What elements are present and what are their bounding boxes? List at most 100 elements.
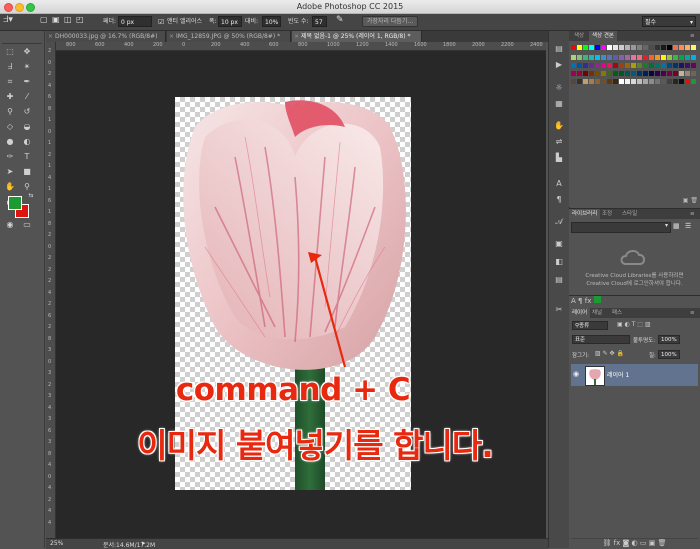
opacity-input[interactable]: 100% bbox=[658, 335, 680, 344]
color-swatch[interactable] bbox=[607, 45, 612, 50]
timeline-panel-icon[interactable]: ◧ bbox=[553, 257, 565, 267]
tab-paths[interactable]: 패스 bbox=[609, 308, 625, 318]
color-swatch[interactable] bbox=[619, 45, 624, 50]
crop-tool-icon[interactable]: ⌗ bbox=[5, 77, 15, 87]
screen-mode-icon[interactable]: ▭ bbox=[22, 220, 32, 230]
clone-stamp-tool-icon[interactable]: ⚲ bbox=[5, 107, 15, 117]
color-swatch[interactable] bbox=[685, 71, 690, 76]
notes-panel-icon[interactable]: ▤ bbox=[553, 275, 565, 285]
grid-view-icon[interactable]: ▦ bbox=[673, 222, 680, 230]
tab-libraries[interactable]: 라이브러리 bbox=[569, 209, 601, 219]
color-swatch[interactable] bbox=[595, 79, 600, 84]
color-swatch[interactable] bbox=[685, 55, 690, 60]
eyedropper-tool-icon[interactable]: ✒ bbox=[22, 77, 32, 87]
color-swatch[interactable] bbox=[589, 45, 594, 50]
quick-mask-icon[interactable]: ◉ bbox=[5, 220, 15, 230]
color-swatch[interactable] bbox=[619, 55, 624, 60]
color-chip[interactable] bbox=[593, 296, 601, 303]
color-swatch[interactable] bbox=[661, 45, 666, 50]
color-swatch[interactable] bbox=[583, 45, 588, 50]
new-layer-icon[interactable]: ▣ bbox=[649, 539, 656, 547]
frequency-input[interactable]: 57 bbox=[312, 16, 327, 27]
color-swatch[interactable] bbox=[625, 71, 630, 76]
color-swatch[interactable] bbox=[601, 79, 606, 84]
brush-panel-icon[interactable]: ⇌ bbox=[553, 137, 565, 147]
tab-color[interactable]: 색상 bbox=[571, 31, 587, 41]
color-swatch[interactable] bbox=[595, 71, 600, 76]
color-swatch[interactable] bbox=[655, 79, 660, 84]
color-swatch[interactable] bbox=[613, 71, 618, 76]
swap-colors-icon[interactable]: ⇆ bbox=[26, 191, 36, 201]
delete-layer-icon[interactable]: 🗑 bbox=[658, 539, 667, 547]
refine-edge-button[interactable]: 가장자리 다듬기... bbox=[362, 16, 418, 27]
color-swatch[interactable] bbox=[661, 55, 666, 60]
layer-row[interactable]: ◉ 레이어 1 bbox=[571, 364, 698, 386]
color-swatch[interactable] bbox=[571, 55, 576, 60]
glyphs-panel-icon[interactable]: 𝒜 bbox=[553, 217, 565, 227]
zoom-level[interactable]: 25% bbox=[50, 540, 63, 547]
color-swatch[interactable] bbox=[637, 55, 642, 60]
color-swatch[interactable] bbox=[685, 45, 690, 50]
color-swatch[interactable] bbox=[667, 45, 672, 50]
color-swatch[interactable] bbox=[673, 55, 678, 60]
adjustment-layer-icon[interactable]: ◐ bbox=[632, 539, 638, 547]
minimize-window-button[interactable] bbox=[15, 3, 24, 12]
tab-untitled-1[interactable]: × 제목 없음-1 @ 25% (레이어 1, RGB/8) * bbox=[292, 31, 422, 42]
intersect-selection-icon[interactable]: ◰ bbox=[76, 15, 84, 25]
color-swatch[interactable] bbox=[667, 71, 672, 76]
panel-menu-icon[interactable]: ≡ bbox=[687, 209, 698, 219]
zoom-window-button[interactable] bbox=[26, 3, 35, 12]
dodge-tool-icon[interactable]: ◐ bbox=[22, 137, 32, 147]
list-view-icon[interactable]: ☰ bbox=[685, 222, 691, 230]
add-mask-icon[interactable]: ◙ bbox=[622, 539, 629, 547]
fx-icon[interactable]: fx bbox=[585, 297, 592, 305]
adjustments-panel-icon[interactable]: ☼ bbox=[553, 83, 565, 93]
brush-tool-icon[interactable]: ⁄ bbox=[22, 92, 32, 102]
color-swatch[interactable] bbox=[607, 79, 612, 84]
eye-icon[interactable]: ◉ bbox=[573, 370, 579, 378]
foreground-color-swatch[interactable] bbox=[8, 196, 22, 210]
color-swatch[interactable] bbox=[655, 45, 660, 50]
add-style-icon[interactable]: fx bbox=[614, 539, 621, 547]
color-swatch[interactable] bbox=[667, 63, 672, 68]
close-tab-icon[interactable]: × bbox=[48, 31, 53, 42]
lasso-tool-icon[interactable]: ᖵ bbox=[5, 62, 15, 72]
color-swatch[interactable] bbox=[601, 71, 606, 76]
antialias-checkbox[interactable]: ☑ bbox=[158, 17, 164, 27]
color-swatch[interactable] bbox=[571, 63, 576, 68]
color-swatch[interactable] bbox=[589, 71, 594, 76]
color-swatch[interactable] bbox=[631, 45, 636, 50]
marquee-tool-icon[interactable]: ⬚ bbox=[5, 47, 15, 57]
color-swatch[interactable] bbox=[649, 55, 654, 60]
color-swatch[interactable] bbox=[619, 71, 624, 76]
pen-tool-icon[interactable]: ✑ bbox=[5, 152, 15, 162]
color-swatch[interactable] bbox=[571, 45, 576, 50]
color-swatch[interactable] bbox=[625, 79, 630, 84]
color-swatch[interactable] bbox=[631, 79, 636, 84]
move-tool-icon[interactable]: ✥ bbox=[22, 47, 32, 57]
path-selection-tool-icon[interactable]: ➤ bbox=[5, 167, 15, 177]
library-select[interactable]: ▾ bbox=[571, 222, 671, 233]
color-swatch[interactable] bbox=[583, 71, 588, 76]
layer-filter-icons[interactable]: ▣ ◐ T ⬚ ▥ bbox=[617, 321, 651, 328]
color-swatch[interactable] bbox=[673, 45, 678, 50]
color-swatch[interactable] bbox=[691, 45, 696, 50]
tab-img-12859[interactable]: × IMG_12859.JPG @ 50% (RGB/8#) * bbox=[167, 31, 291, 42]
tab-swatches[interactable]: 색상 견본 bbox=[589, 31, 617, 41]
color-swatch[interactable] bbox=[679, 71, 684, 76]
paragraph-icon[interactable]: ¶ bbox=[578, 297, 582, 305]
color-swatch[interactable] bbox=[619, 63, 624, 68]
delete-swatch-icon[interactable]: 🗑 bbox=[690, 197, 698, 204]
tab-dh000033[interactable]: × DH000033.jpg @ 16.7% (RGB/8#) bbox=[46, 31, 166, 42]
feather-input[interactable]: 0 px bbox=[118, 16, 152, 27]
type-tool-icon[interactable]: T bbox=[22, 152, 32, 162]
color-swatch[interactable] bbox=[667, 55, 672, 60]
tablet-pressure-icon[interactable]: ✎ bbox=[336, 15, 344, 25]
color-swatch[interactable] bbox=[673, 63, 678, 68]
color-swatch[interactable] bbox=[691, 55, 696, 60]
color-swatch[interactable] bbox=[577, 79, 582, 84]
history-panel-icon[interactable]: ▤ bbox=[553, 44, 565, 54]
color-swatch[interactable] bbox=[649, 63, 654, 68]
hand-tool-icon[interactable]: ✋ bbox=[5, 182, 15, 192]
color-swatch[interactable] bbox=[679, 55, 684, 60]
